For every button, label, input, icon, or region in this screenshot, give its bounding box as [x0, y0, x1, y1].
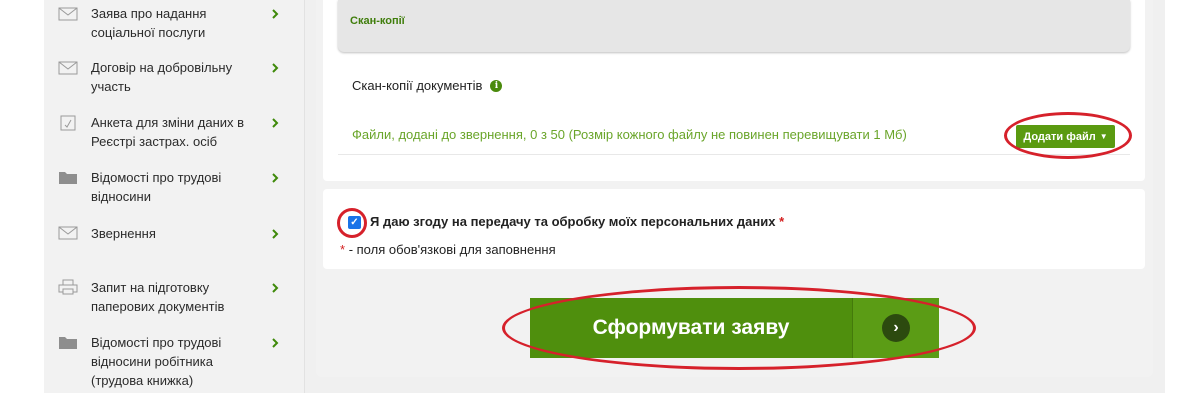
- page-margin-right: [1165, 0, 1200, 393]
- envelope-icon: [58, 61, 78, 75]
- caret-down-icon: ▼: [1099, 132, 1108, 141]
- add-file-button[interactable]: Додати файл ▼: [1016, 125, 1115, 148]
- required-star: *: [779, 214, 785, 229]
- sidebar-item-appeals[interactable]: Звернення: [44, 224, 305, 254]
- arrow-right-icon: ›: [882, 314, 910, 342]
- documents-label: Скан-копії документів: [352, 78, 483, 93]
- sidebar-item-label: Анкета для зміни даних в Реєстрі застрах…: [91, 115, 245, 149]
- printer-icon: [58, 279, 78, 295]
- scans-section-header[interactable]: Скан-копії: [338, 0, 1130, 52]
- sidebar-item-work-record-book[interactable]: Відомості про трудові відносини робітник…: [44, 333, 305, 391]
- chevron-right-icon: [272, 173, 279, 183]
- sidebar-item-label: Запит на підготовку паперових документів: [91, 280, 225, 314]
- envelope-icon: [58, 7, 78, 21]
- sidebar: Заява про надання соціальної послуги Дог…: [44, 0, 305, 393]
- page-margin-left: [0, 0, 44, 393]
- folder-icon: [59, 172, 77, 184]
- required-star: *: [340, 242, 346, 257]
- folder-icon: [59, 337, 77, 349]
- submit-application-button[interactable]: Сформувати заяву ›: [530, 298, 939, 358]
- sidebar-item-paper-documents[interactable]: Запит на підготовку паперових документів: [44, 278, 305, 318]
- chevron-right-icon: [272, 9, 279, 19]
- submit-arrow-area: ›: [852, 298, 939, 358]
- sidebar-item-label: Відомості про трудові відносини: [91, 170, 222, 204]
- chevron-right-icon: [272, 229, 279, 239]
- chevron-right-icon: [272, 283, 279, 293]
- info-icon[interactable]: i: [490, 79, 503, 92]
- add-file-label: Додати файл: [1023, 130, 1096, 143]
- chevron-right-icon: [272, 118, 279, 128]
- consent-checkbox[interactable]: ✓: [348, 216, 361, 229]
- documents-field: Скан-копії документів i: [352, 78, 503, 93]
- sidebar-item-label: Відомості про трудові відносини робітник…: [91, 335, 222, 388]
- sidebar-item-registry-form[interactable]: Анкета для зміни даних в Реєстрі застрах…: [44, 113, 305, 153]
- consent-label-text: Я даю згоду на передачу та обробку моїх …: [370, 214, 776, 229]
- sidebar-item-label: Звернення: [91, 226, 156, 241]
- chevron-right-icon: [272, 338, 279, 348]
- sidebar-item-voluntary-agreement[interactable]: Договір на добровільну участь: [44, 58, 305, 98]
- consent-panel: [323, 189, 1145, 269]
- sidebar-item-social-service-request[interactable]: Заява про надання соціальної послуги: [44, 4, 305, 44]
- form-icon: [60, 115, 76, 131]
- required-note-text: - поля обов'язкові для заповнення: [348, 242, 556, 257]
- divider: [338, 154, 1130, 155]
- section-title: Скан-копії: [350, 15, 405, 27]
- submit-label: Сформувати заяву: [592, 316, 790, 339]
- files-info: Файли, додані до звернення, 0 з 50 (Розм…: [352, 127, 907, 142]
- required-fields-note: * - поля обов'язкові для заповнення: [340, 242, 556, 257]
- envelope-icon: [58, 226, 78, 240]
- consent-label[interactable]: Я даю згоду на передачу та обробку моїх …: [370, 214, 784, 229]
- sidebar-item-labor-relations[interactable]: Відомості про трудові відносини: [44, 168, 305, 208]
- sidebar-item-label: Договір на добровільну участь: [91, 60, 233, 94]
- chevron-right-icon: [272, 63, 279, 73]
- sidebar-item-label: Заява про надання соціальної послуги: [91, 6, 207, 40]
